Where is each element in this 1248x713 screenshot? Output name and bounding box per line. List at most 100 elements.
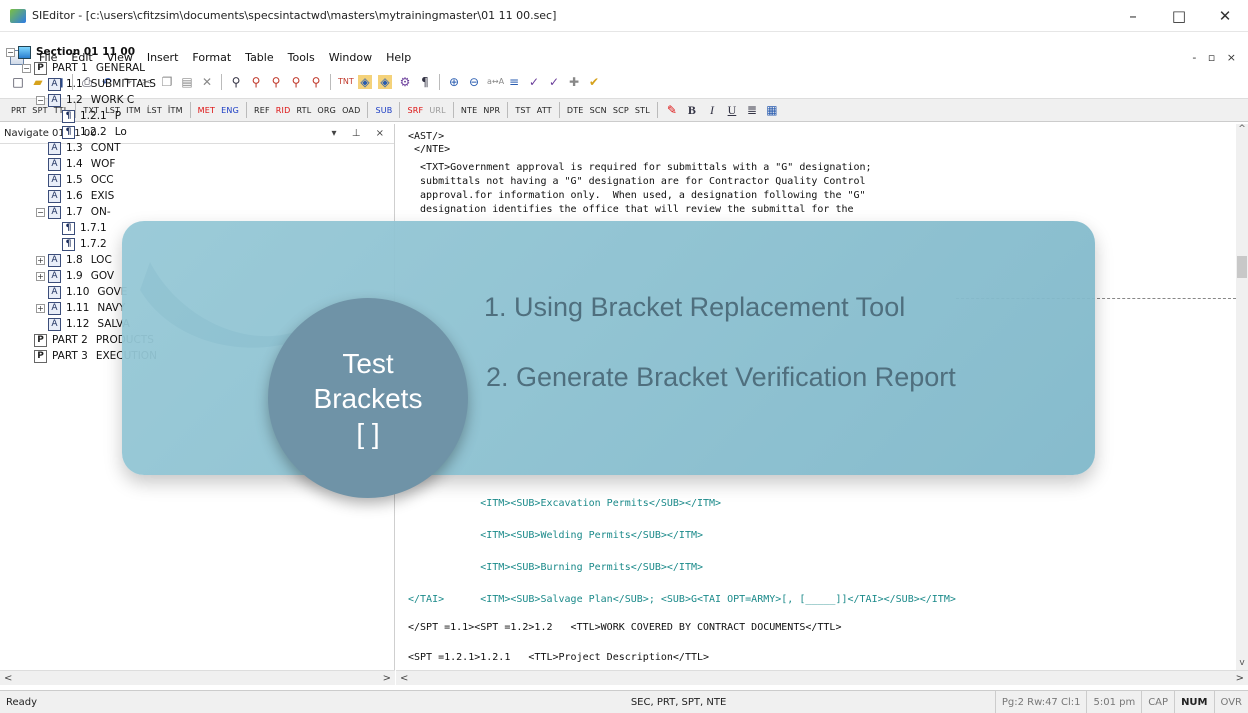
- tag-sub-button[interactable]: SUB: [375, 106, 392, 115]
- menu-format[interactable]: Format: [185, 51, 238, 64]
- txt-icon[interactable]: ⚙: [398, 75, 412, 89]
- editor-vertical-scrollbar[interactable]: ^ v: [1236, 124, 1248, 670]
- tag-srf-button[interactable]: SRF: [407, 106, 423, 115]
- minimize-button[interactable]: –: [1110, 0, 1156, 32]
- tag-nte-button[interactable]: NTE: [461, 106, 478, 115]
- tree-node-1-9[interactable]: + A 1.9 GOV: [36, 268, 114, 284]
- tree-node-1-11[interactable]: + A 1.11 NAVY: [36, 300, 125, 316]
- spell-2-icon[interactable]: ✓: [547, 75, 561, 89]
- binoculars-3-icon[interactable]: ⚲: [309, 75, 323, 89]
- menu-table[interactable]: Table: [238, 51, 280, 64]
- tag-scn-button[interactable]: SCN: [590, 106, 607, 115]
- copy-icon[interactable]: ❐: [160, 75, 174, 89]
- bold-button[interactable]: B: [685, 103, 699, 117]
- tag-itm2-button[interactable]: ǏTM: [168, 106, 183, 115]
- view-tags-2-icon[interactable]: ◈: [378, 75, 392, 89]
- scroll-thumb[interactable]: [1237, 256, 1247, 278]
- italic-button[interactable]: I: [705, 103, 719, 117]
- tag-dte-button[interactable]: DTE: [567, 106, 584, 115]
- tree-node-part1[interactable]: − P PART 1 GENERAL: [22, 60, 145, 76]
- expand-icon[interactable]: +: [36, 255, 45, 265]
- tree-node-section[interactable]: − S Section 01 11 00: [6, 44, 135, 60]
- spell-icon[interactable]: ✓: [527, 75, 541, 89]
- tag-icon[interactable]: TNT: [338, 75, 354, 89]
- tree-node-1-7-1[interactable]: ¶ 1.7.1: [62, 220, 115, 236]
- scroll-down-icon[interactable]: v: [1236, 658, 1248, 668]
- tag-att-button[interactable]: ATT: [537, 106, 552, 115]
- paste-icon[interactable]: ▤: [180, 75, 194, 89]
- tree-node-1-3[interactable]: A 1.3 CONT: [48, 140, 121, 156]
- zoom-in-icon[interactable]: ⊕: [447, 75, 461, 89]
- tree-node-1-7-2[interactable]: ¶ 1.7.2: [62, 236, 115, 252]
- status-position: Pg:2 Rw:47 Cl:1: [994, 690, 1087, 713]
- navigation-controls[interactable]: ▾ ⊥ ×: [332, 128, 390, 139]
- tree-node-1-10[interactable]: A 1.10 GOVE: [48, 284, 127, 300]
- tag-eng-button[interactable]: ENG: [221, 106, 239, 115]
- tag-rtl-button[interactable]: RTL: [296, 106, 311, 115]
- tag-scp-button[interactable]: SCP: [613, 106, 629, 115]
- tag-rid-button[interactable]: RID: [276, 106, 291, 115]
- collapse-icon[interactable]: −: [22, 63, 31, 73]
- nav-horizontal-scrollbar[interactable]: < >: [0, 670, 395, 685]
- tree-node-1-4[interactable]: A 1.4 WOF: [48, 156, 115, 172]
- menu-help[interactable]: Help: [379, 51, 418, 64]
- collapse-icon[interactable]: −: [36, 95, 45, 105]
- tree-node-1-2[interactable]: − A 1.2 WORK C: [36, 92, 134, 108]
- tree-node-1-6[interactable]: A 1.6 EXIS: [48, 188, 114, 204]
- add-icon[interactable]: ✚: [567, 75, 581, 89]
- collapse-icon[interactable]: −: [36, 207, 45, 217]
- tag-lst2-button[interactable]: ĹST: [147, 106, 162, 115]
- tree-node-1-2-2[interactable]: ¶ 1.2.2 Lo: [62, 124, 127, 140]
- scroll-left-icon[interactable]: <: [4, 673, 12, 684]
- tree-node-1-12[interactable]: A 1.12 SALVA: [48, 316, 130, 332]
- binoculars-icon[interactable]: ⚲: [269, 75, 283, 89]
- scroll-left-icon[interactable]: <: [400, 673, 408, 684]
- tree-node-1-5[interactable]: A 1.5 OCC: [48, 172, 114, 188]
- tag-tst-button[interactable]: TST: [515, 106, 530, 115]
- tag-prt-button[interactable]: PRT: [11, 106, 26, 115]
- scroll-right-icon[interactable]: >: [383, 673, 391, 684]
- open-icon[interactable]: ▰: [31, 75, 45, 89]
- tag-stl-button[interactable]: STL: [635, 106, 650, 115]
- editor-line: submittals not having a "G" designation …: [408, 176, 866, 187]
- scroll-up-icon[interactable]: ^: [1236, 124, 1248, 134]
- tag-npr-button[interactable]: NPR: [483, 106, 500, 115]
- new-icon[interactable]: □: [11, 75, 25, 89]
- tree-node-1-8[interactable]: + A 1.8 LOC: [36, 252, 112, 268]
- tag-url-button[interactable]: URL: [429, 106, 445, 115]
- menu-insert[interactable]: Insert: [140, 51, 186, 64]
- tag-ref-button[interactable]: REF: [254, 106, 270, 115]
- tree-node-1-2-1[interactable]: ¶ 1.2.1 P: [62, 108, 121, 124]
- find-next-icon[interactable]: ⚲: [249, 75, 263, 89]
- tag-oad-button[interactable]: OAD: [342, 106, 360, 115]
- align-icon[interactable]: ≣: [745, 103, 759, 117]
- mdi-controls[interactable]: - ▫ ×: [1192, 51, 1248, 64]
- tree-node-1-1[interactable]: A 1.1 SUBMITTALS: [48, 76, 156, 92]
- pilcrow-icon[interactable]: ¶: [418, 75, 432, 89]
- view-tags-icon[interactable]: ◈: [358, 75, 372, 89]
- tag-met-button[interactable]: MET: [198, 106, 215, 115]
- align-icon[interactable]: ≡: [507, 75, 521, 89]
- table-icon[interactable]: ▦: [765, 103, 779, 117]
- maximize-button[interactable]: □: [1156, 0, 1202, 32]
- check-icon[interactable]: ✔: [587, 75, 601, 89]
- badge-line-2: Brackets: [313, 382, 423, 414]
- find-icon[interactable]: ⚲: [229, 75, 243, 89]
- highlighter-icon[interactable]: ✎: [665, 103, 679, 117]
- tree-node-1-7[interactable]: − A 1.7 ON-: [36, 204, 111, 220]
- menu-tools[interactable]: Tools: [281, 51, 322, 64]
- close-button[interactable]: ✕: [1202, 0, 1248, 32]
- expand-icon[interactable]: +: [36, 303, 45, 313]
- scroll-right-icon[interactable]: >: [1236, 673, 1244, 684]
- collapse-icon[interactable]: −: [6, 47, 15, 57]
- menu-window[interactable]: Window: [322, 51, 379, 64]
- underline-button[interactable]: U: [725, 103, 739, 117]
- sort-icon[interactable]: a↔A: [487, 75, 504, 89]
- overlay-item-2: 2. Generate Bracket Verification Report: [486, 362, 956, 392]
- delete-icon[interactable]: ✕: [200, 75, 214, 89]
- zoom-out-icon[interactable]: ⊖: [467, 75, 481, 89]
- tag-org-button[interactable]: ORG: [317, 106, 336, 115]
- editor-horizontal-scrollbar[interactable]: < >: [396, 670, 1248, 685]
- binoculars-2-icon[interactable]: ⚲: [289, 75, 303, 89]
- expand-icon[interactable]: +: [36, 271, 45, 281]
